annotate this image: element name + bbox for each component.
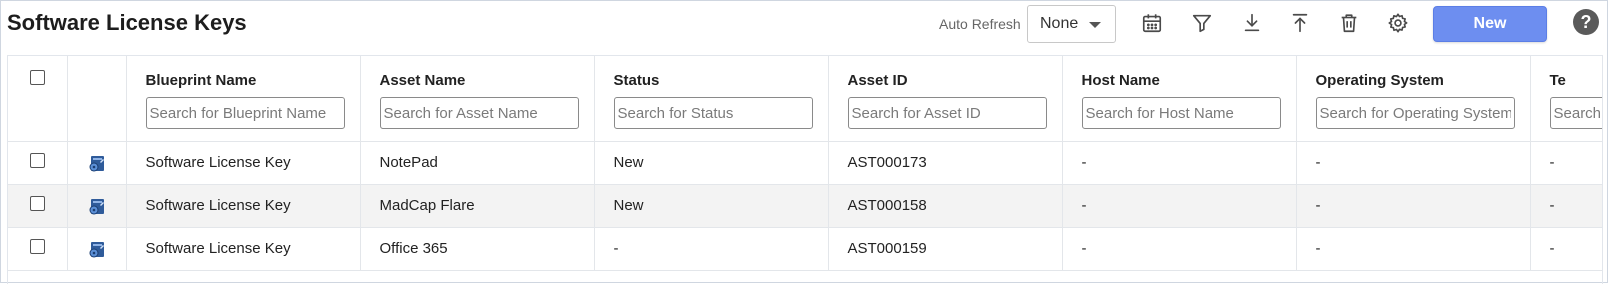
status-cell: New	[594, 141, 829, 184]
operating-system-search-input[interactable]	[1315, 97, 1515, 129]
column-label[interactable]: Asset Name	[380, 72, 594, 89]
asset-id-cell: AST000159	[828, 227, 1063, 270]
table-row[interactable]: Software License Key NotePad New AST0001…	[8, 141, 1602, 184]
column-header-host-name: Host Name	[1062, 56, 1297, 142]
asset-name-cell: MadCap Flare	[360, 184, 595, 227]
asset-id-cell: AST000158	[828, 184, 1063, 227]
asset-id-search-input[interactable]	[847, 97, 1047, 129]
status-cell: -	[594, 227, 829, 270]
row-checkbox[interactable]	[29, 239, 45, 254]
license-key-icon	[89, 198, 104, 214]
operating-system-cell: -	[1296, 141, 1531, 184]
column-header-asset-name: Asset Name	[360, 56, 595, 142]
calendar-icon[interactable]	[1140, 11, 1164, 35]
header-row: Blueprint Name Asset Name Status Asset I…	[8, 56, 1603, 142]
status-cell: New	[594, 184, 829, 227]
operating-system-cell: -	[1296, 184, 1531, 227]
column-header-te: Te	[1530, 56, 1603, 142]
te-cell: -	[1530, 141, 1602, 184]
app-window: Software License Keys Auto Refresh None	[0, 0, 1608, 284]
row-checkbox[interactable]	[29, 196, 45, 211]
blueprint-name-cell: Software License Key	[126, 227, 361, 270]
data-grid: Blueprint Name Asset Name Status Asset I…	[7, 55, 1603, 284]
column-label[interactable]: Blueprint Name	[146, 72, 360, 89]
blueprint-name-cell: Software License Key	[126, 141, 361, 184]
header-icon-cell	[67, 56, 127, 142]
asset-id-cell: AST000173	[828, 141, 1063, 184]
asset-name-cell: Office 365	[360, 227, 595, 270]
table-row[interactable]: Software License Key MadCap Flare New AS…	[8, 184, 1602, 227]
row-icon-cell	[67, 227, 127, 270]
help-icon[interactable]: ?	[1573, 9, 1599, 35]
status-search-input[interactable]	[613, 97, 813, 129]
auto-refresh-select[interactable]: None	[1027, 5, 1116, 43]
upload-icon[interactable]	[1288, 11, 1312, 35]
page-title: Software License Keys	[7, 10, 247, 35]
new-button[interactable]: New	[1433, 6, 1547, 42]
column-label[interactable]: Host Name	[1082, 72, 1296, 89]
header-select-all-cell	[8, 56, 68, 142]
table-row[interactable]: Software License Key Office 365 - AST000…	[8, 227, 1602, 270]
te-cell: -	[1530, 227, 1602, 270]
host-name-cell: -	[1062, 141, 1297, 184]
settings-icon[interactable]	[1386, 11, 1410, 35]
license-key-icon	[89, 241, 104, 257]
chevron-down-icon	[1089, 22, 1101, 28]
blueprint-name-search-input[interactable]	[145, 97, 345, 129]
operating-system-cell: -	[1296, 227, 1531, 270]
column-header-blueprint-name: Blueprint Name	[126, 56, 361, 142]
license-key-icon	[89, 155, 104, 171]
row-select-cell	[8, 184, 68, 227]
delete-icon[interactable]	[1337, 11, 1361, 35]
host-name-cell: -	[1062, 184, 1297, 227]
te-cell: -	[1530, 184, 1602, 227]
auto-refresh-label: Auto Refresh	[939, 16, 1021, 32]
column-label[interactable]: Asset ID	[848, 72, 1062, 89]
asset-name-search-input[interactable]	[379, 97, 579, 129]
host-name-search-input[interactable]	[1081, 97, 1281, 129]
asset-name-cell: NotePad	[360, 141, 595, 184]
column-label[interactable]: Operating System	[1316, 72, 1530, 89]
select-all-checkbox[interactable]	[29, 70, 45, 85]
blueprint-name-cell: Software License Key	[126, 184, 361, 227]
column-header-status: Status	[594, 56, 829, 142]
row-select-cell	[8, 227, 68, 270]
column-header-asset-id: Asset ID	[828, 56, 1063, 142]
row-icon-cell	[67, 184, 127, 227]
host-name-cell: -	[1062, 227, 1297, 270]
filter-icon[interactable]	[1190, 11, 1214, 35]
column-header-operating-system: Operating System	[1296, 56, 1531, 142]
row-checkbox[interactable]	[29, 153, 45, 168]
auto-refresh-value: None	[1040, 15, 1079, 32]
row-icon-cell	[67, 141, 127, 184]
download-icon[interactable]	[1240, 11, 1264, 35]
row-select-cell	[8, 141, 68, 184]
column-label[interactable]: Te	[1550, 72, 1603, 89]
te-search-input[interactable]	[1549, 97, 1602, 129]
column-label[interactable]: Status	[614, 72, 828, 89]
